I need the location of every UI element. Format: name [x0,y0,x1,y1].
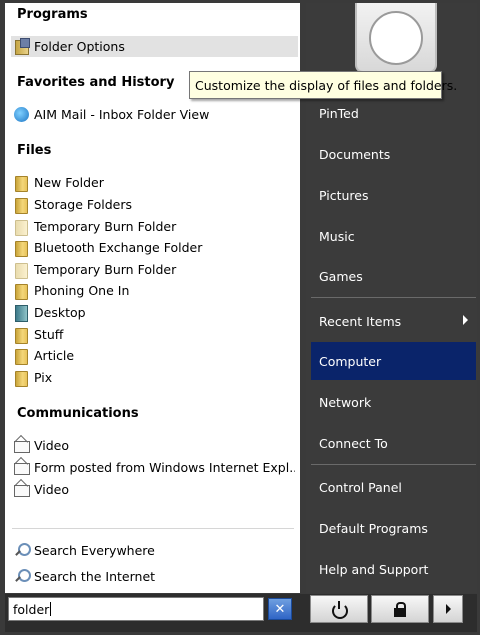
file-item[interactable]: Temporary Burn Folder [13,259,295,280]
folder-icon [13,261,30,279]
power-button[interactable] [310,595,368,623]
mail-icon [13,481,30,498]
folder-icon [13,218,30,236]
communication-item-label: Video [34,482,70,497]
right-item-label: Default Programs [319,520,428,536]
communication-item-label: Video [34,438,70,453]
search-input[interactable]: folder [8,597,264,621]
right-item-label: Documents [319,146,391,162]
files-heading: Files [17,143,52,158]
right-item-label: Connect To [319,435,388,451]
file-item-label: Temporary Burn Folder [34,219,177,234]
search-internet-link[interactable]: Search the Internet [13,566,295,587]
right-divider [311,297,476,298]
communication-item[interactable]: Video [13,435,295,456]
search-icon [13,568,31,585]
search-everywhere-label: Search Everywhere [34,543,155,558]
file-item-label: Article [34,348,75,363]
right-item-pinted[interactable]: PinTed [311,94,476,132]
right-divider [311,464,476,465]
right-item-label: Control Panel [319,479,402,495]
user-picture [369,11,423,65]
right-item-network[interactable]: Network [311,383,476,421]
right-item-label: Recent Items [319,313,402,329]
chevron-right-icon [445,604,451,614]
favorites-heading: Favorites and History [17,75,175,90]
right-item-documents[interactable]: Documents [311,135,476,173]
right-item-control-panel[interactable]: Control Panel [311,468,476,506]
communications-heading: Communications [17,406,139,421]
file-item[interactable]: Pix [13,367,295,388]
right-item-label: Music [319,228,355,244]
right-item-label: Computer [319,353,382,369]
right-item-label: PinTed [319,105,359,121]
file-item-label: Pix [34,370,53,385]
chevron-right-icon [463,315,468,325]
close-icon: ✕ [274,601,286,617]
shutdown-options-button[interactable] [433,595,463,623]
divider [12,528,294,529]
mail-icon [13,437,30,454]
file-item[interactable]: Stuff [13,324,295,345]
communication-item[interactable]: Form posted from Windows Internet Expl..… [13,457,295,478]
search-input-value: folder [13,601,50,617]
right-item-default-programs[interactable]: Default Programs [311,509,476,547]
aim-mail-item[interactable]: AIM Mail - Inbox Folder View [13,104,295,125]
folder-icon [13,196,30,214]
right-item-label: Games [319,268,363,284]
communication-item[interactable]: Video [13,479,295,500]
right-item-games[interactable]: Games [311,257,476,295]
right-item-label: Pictures [319,187,369,203]
file-item[interactable]: Temporary Burn Folder [13,216,295,237]
right-item-computer[interactable]: Computer [311,342,476,380]
folder-options-icon [13,38,30,55]
folder-options-label: Folder Options [34,39,125,54]
folder-icon [13,347,30,365]
aim-mail-label: AIM Mail - Inbox Folder View [34,107,210,122]
clear-search-button[interactable]: ✕ [268,598,292,620]
programs-heading: Programs [17,7,88,22]
right-item-music[interactable]: Music [311,217,476,255]
communication-item-label: Form posted from Windows Internet Expl..… [34,460,295,475]
search-icon [13,542,31,559]
text-caret [50,602,52,616]
folder-icon [13,326,30,344]
file-item-label: Stuff [34,327,64,342]
aim-icon [13,106,30,123]
tooltip: Customize the display of files and folde… [189,71,457,99]
user-picture-frame[interactable] [355,3,437,73]
file-item-label: Storage Folders [34,197,133,212]
lock-icon [392,601,408,617]
folder-icon [13,369,30,387]
right-item-help-support[interactable]: Help and Support [311,550,476,588]
lock-button[interactable] [371,595,429,623]
file-item[interactable]: Bluetooth Exchange Folder [13,237,295,258]
start-menu: Programs Folder Options Favorites and Hi… [0,0,480,635]
right-item-recent-items[interactable]: Recent Items [311,302,476,340]
file-item-label: New Folder [34,175,104,190]
file-item[interactable]: Phoning One In [13,280,295,301]
folder-icon [13,239,30,257]
file-item[interactable]: Storage Folders [13,194,295,215]
file-item[interactable]: Article [13,345,295,366]
right-item-label: Help and Support [319,561,429,577]
file-item-label: Bluetooth Exchange Folder [34,240,203,255]
folder-icon [13,282,30,300]
folder-icon [13,174,30,192]
search-everywhere-link[interactable]: Search Everywhere [13,540,295,561]
right-item-label: Network [319,394,372,410]
file-item-label: Temporary Burn Folder [34,262,177,277]
right-item-pictures[interactable]: Pictures [311,176,476,214]
desktop-icon [13,304,30,322]
file-item-label: Desktop [34,305,86,320]
right-item-connect-to[interactable]: Connect To [311,424,476,462]
power-icon [331,601,348,619]
search-internet-label: Search the Internet [34,569,156,584]
file-item[interactable]: New Folder [13,172,295,193]
file-item-label: Phoning One In [34,283,130,298]
file-item[interactable]: Desktop [13,302,295,323]
mail-icon [13,459,30,476]
folder-options-item[interactable]: Folder Options [11,36,298,57]
